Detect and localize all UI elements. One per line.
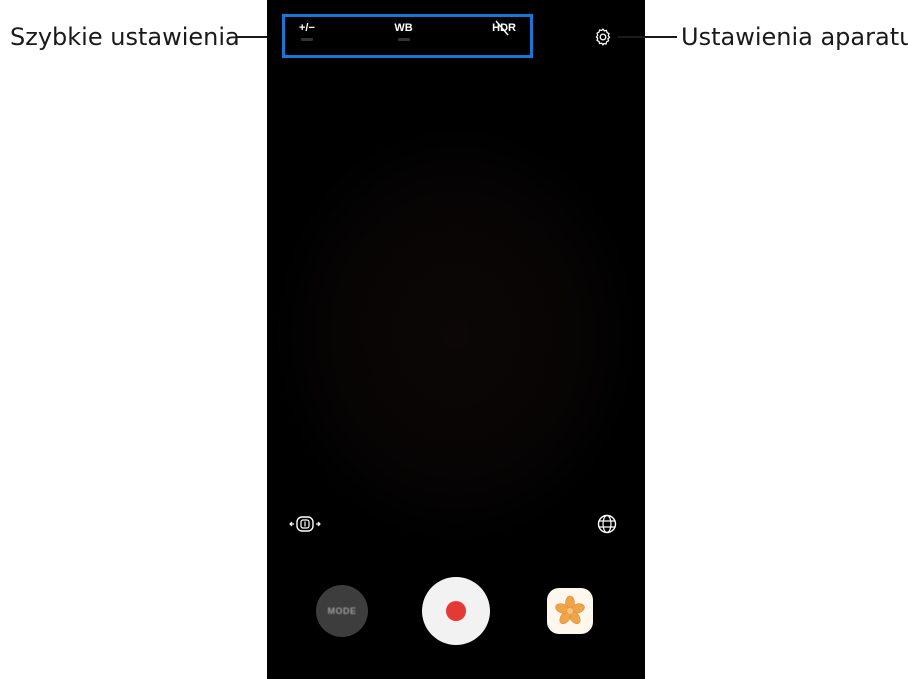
grid-globe-icon[interactable]: [597, 514, 617, 534]
record-icon: [446, 601, 466, 621]
gallery-button[interactable]: [547, 588, 593, 634]
white-balance-value-indicator: [397, 38, 410, 41]
viewfinder: [277, 130, 635, 540]
mode-button[interactable]: MODE: [316, 585, 368, 637]
callout-camera-settings: Ustawienia aparatu: [681, 23, 908, 51]
callout-quick-settings: Szybkie ustawienia: [10, 23, 240, 51]
white-balance-label: WB: [394, 22, 413, 34]
exposure-label: +/−: [299, 22, 315, 34]
hdr-off-slash-icon: [495, 20, 509, 36]
quick-setting-hdr[interactable]: HDR: [492, 20, 516, 36]
video-stabilization-icon[interactable]: [289, 515, 321, 533]
gear-icon[interactable]: [593, 27, 613, 47]
camera-screen: +/− WB HDR MODE: [267, 0, 645, 679]
mode-label: MODE: [327, 606, 357, 616]
quick-settings-bar: +/− WB HDR: [282, 14, 533, 58]
record-button[interactable]: [422, 577, 490, 645]
callout-leader-line-right: [618, 36, 677, 38]
exposure-value-indicator: [300, 38, 313, 41]
gallery-flower-icon: [555, 595, 585, 625]
quick-setting-exposure[interactable]: +/−: [299, 21, 315, 41]
quick-setting-white-balance[interactable]: WB: [394, 21, 413, 41]
